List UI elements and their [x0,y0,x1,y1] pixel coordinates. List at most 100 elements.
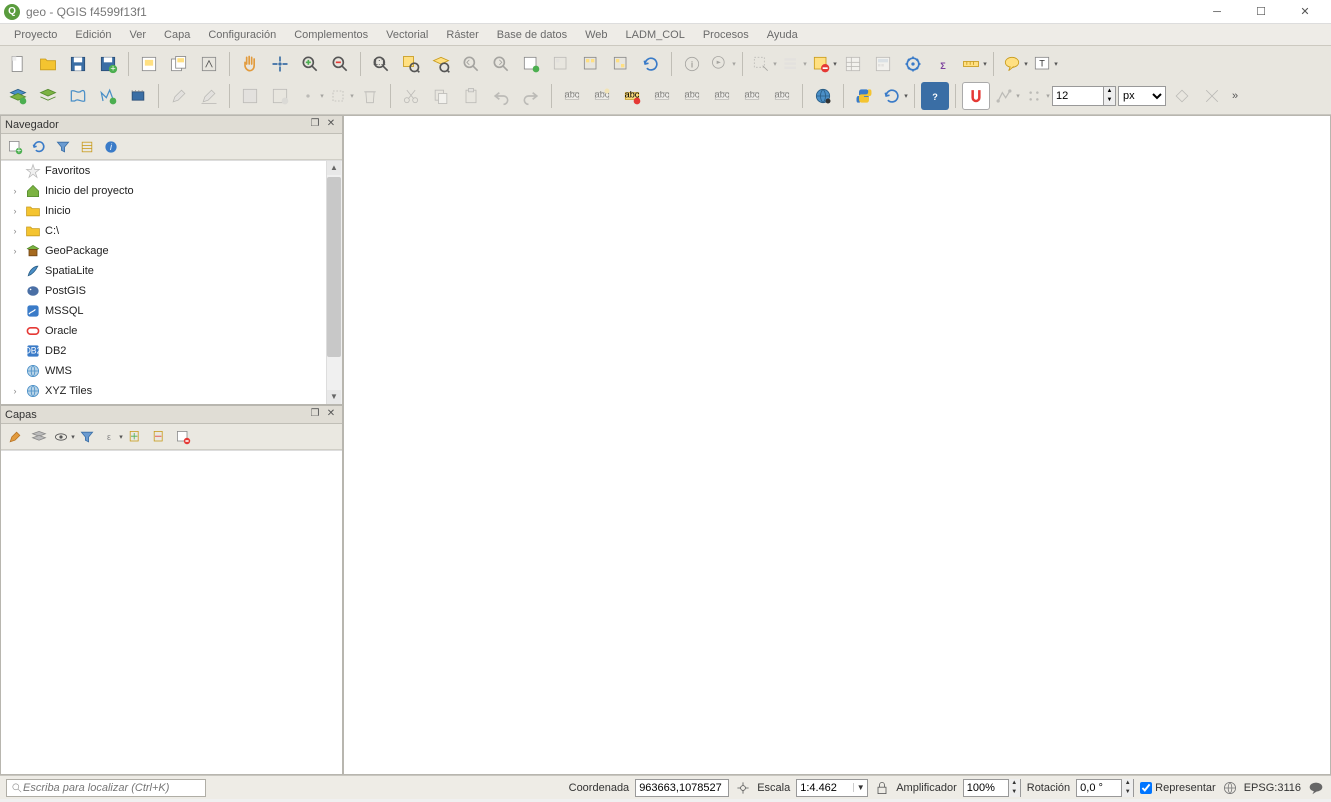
field-calculator-button[interactable] [869,50,897,78]
enable-snapping-button[interactable] [962,82,990,110]
map-tips-button[interactable] [1000,50,1028,78]
expander-icon[interactable]: › [9,226,21,236]
menu-vectorial[interactable]: Vectorial [378,27,436,43]
menu-ayuda[interactable]: Ayuda [759,27,806,43]
rotation-input[interactable]: ▲▼ [1076,779,1134,797]
browser-item[interactable]: ›XYZ Tiles [1,381,342,401]
rotation-up[interactable]: ▲ [1121,779,1133,788]
map-canvas[interactable] [343,115,1331,775]
open-attribute-table-button[interactable] [839,50,867,78]
zoom-to-selection-button[interactable] [397,50,425,78]
spin-down[interactable]: ▼ [1103,96,1115,105]
menu-procesos[interactable]: Procesos [695,27,757,43]
filter-legend-icon[interactable] [77,427,97,447]
new-geopackage-layer-button[interactable] [34,82,62,110]
browser-close-button[interactable]: ✕ [324,118,338,132]
expand-all-icon[interactable] [125,427,145,447]
lock-scale-icon[interactable] [874,780,890,796]
browser-item[interactable]: ›C:\ [1,221,342,241]
menu-ladm-col[interactable]: LADM_COL [618,27,693,43]
toggle-editing-button[interactable] [165,82,193,110]
new-project-button[interactable] [4,50,32,78]
refresh-button[interactable] [637,50,665,78]
rotate-label-button[interactable]: abc [738,82,766,110]
zoom-last-button[interactable] [457,50,485,78]
menu-base-datos[interactable]: Base de datos [489,27,575,43]
render-checkbox[interactable]: Representar [1140,782,1216,794]
copy-features-button[interactable] [427,82,455,110]
snapping-options-button[interactable] [992,82,1020,110]
python-console-button[interactable] [850,82,878,110]
browser-item[interactable]: WMS [1,361,342,381]
snapping-tolerance-input[interactable]: ▲▼ [1052,86,1116,106]
rotation-value[interactable] [1077,782,1121,794]
show-bookmarks-button[interactable] [577,50,605,78]
render-checkbox-input[interactable] [1140,782,1152,794]
scale-dropdown-arrow[interactable]: ▼ [853,783,867,792]
select-by-value-button[interactable] [779,50,807,78]
new-shapefile-layer-button[interactable] [64,82,92,110]
browser-item[interactable]: ›GeoPackage [1,241,342,261]
browser-panel-header[interactable]: Navegador ❐ ✕ [1,116,342,134]
messages-icon[interactable] [1307,779,1325,797]
new-memory-layer-button[interactable] [124,82,152,110]
manage-visibility-icon[interactable] [53,427,73,447]
processing-toolbox-button[interactable] [899,50,927,78]
expander-icon[interactable]: › [9,386,21,396]
statistics-button[interactable]: Σ [929,50,957,78]
magnifier-up[interactable]: ▲ [1008,779,1020,788]
magnifier-value[interactable] [964,782,1008,794]
move-label-button[interactable]: abc [708,82,736,110]
menu-raster[interactable]: Ráster [438,27,486,43]
locator-input[interactable] [23,782,201,794]
add-group-icon[interactable] [29,427,49,447]
zoom-next-button[interactable] [487,50,515,78]
scroll-down-arrow[interactable]: ▼ [327,390,341,404]
spin-up[interactable]: ▲ [1103,87,1115,96]
rotation-down[interactable]: ▼ [1121,788,1133,797]
coordinate-value[interactable] [635,779,729,797]
zoom-in-button[interactable] [296,50,324,78]
magnifier-input[interactable]: ▲▼ [963,779,1021,797]
move-feature-button[interactable] [326,82,354,110]
zoom-out-button[interactable] [326,50,354,78]
change-label-button[interactable]: abc [768,82,796,110]
add-layer-icon[interactable]: + [5,137,25,157]
open-project-button[interactable] [34,50,62,78]
topological-editing-button[interactable] [1168,82,1196,110]
menu-proyecto[interactable]: Proyecto [6,27,65,43]
save-project-button[interactable] [64,50,92,78]
pan-button[interactable] [236,50,264,78]
scroll-thumb[interactable] [327,177,341,357]
close-button[interactable]: ✕ [1283,0,1327,24]
scale-combo[interactable]: ▼ [796,779,868,797]
maximize-button[interactable]: ☐ [1239,0,1283,24]
browser-item[interactable]: ›Inicio del proyecto [1,181,342,201]
add-feature-button[interactable] [266,82,294,110]
help-button[interactable]: ? [921,82,949,110]
browser-item[interactable]: MSSQL [1,301,342,321]
menu-ver[interactable]: Ver [122,27,155,43]
expander-icon[interactable]: › [9,206,21,216]
refresh-browser-icon[interactable] [29,137,49,157]
browser-float-button[interactable]: ❐ [308,118,322,132]
current-edits-button[interactable] [195,82,223,110]
save-layer-edits-button[interactable] [236,82,264,110]
browser-item[interactable]: DB2DB2 [1,341,342,361]
paste-features-button[interactable] [457,82,485,110]
collapse-all-layers-icon[interactable] [149,427,169,447]
snapping-type-button[interactable] [1022,82,1050,110]
layers-float-button[interactable]: ❐ [308,408,322,422]
zoom-full-button[interactable]: 1:1 [367,50,395,78]
browser-item[interactable]: Favoritos [1,161,342,181]
filter-expression-icon[interactable]: ε [101,427,121,447]
measure-button[interactable] [959,50,987,78]
layer-styling-icon[interactable] [5,427,25,447]
properties-widget-icon[interactable]: i [101,137,121,157]
expander-icon[interactable]: › [9,246,21,256]
new-print-layout-button[interactable] [135,50,163,78]
plugin-reloader-button[interactable] [880,82,908,110]
snapping-unit-select[interactable]: px [1118,86,1166,106]
expander-icon[interactable]: › [9,186,21,196]
show-hide-labels-button[interactable]: abc [678,82,706,110]
